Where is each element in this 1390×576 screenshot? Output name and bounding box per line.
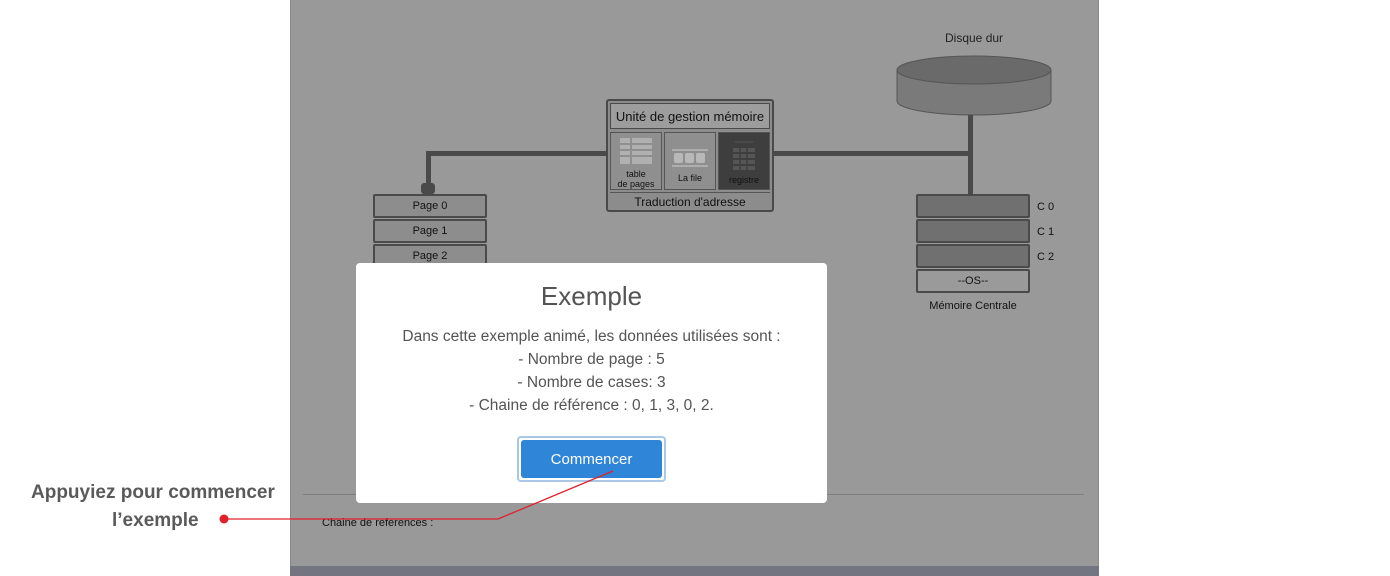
modal-title: Exemple [540,281,643,311]
main-memory-caption: Mémoire Centrale [929,300,1017,312]
wire-connector [421,183,435,194]
modal-line-chain: - Chaine de référence : 0, 1, 3, 0, 2. [469,397,714,414]
modal-line-intro: Dans cette exemple animé, les données ut… [402,328,781,345]
page-1: Page 1 [373,219,487,243]
queue-label: La file [677,173,703,183]
page-table-label-2: de pages [617,179,655,189]
memory-frame-1 [916,219,1030,243]
start-button[interactable]: Commencer [517,436,666,482]
frame-label-2: C 2 [1037,251,1055,263]
modal-body: Dans cette exemple animé, les données ut… [356,325,827,417]
memory-frame-2 [916,244,1030,268]
annotation-line-2: l’exemple [112,510,199,531]
frame-label-0: C 0 [1037,201,1055,213]
modal-line-frames: - Nombre de cases: 3 [517,374,666,391]
register-label: registre [728,175,759,185]
address-translation-label: Traduction d'adresse [610,192,770,211]
annotation-line-1: Appuyiez pour commencer [31,482,275,503]
page-table-cell: table de pages [610,132,662,190]
mmu-title: Unité de gestion mémoire [610,103,770,129]
page-0: Page 0 [373,194,487,218]
app-bottom-bar [290,566,1099,576]
annotation-dot [219,514,229,524]
queue-icon [672,149,708,167]
start-button-label[interactable]: Commencer [521,440,662,478]
queue-cell: La file [664,132,716,190]
hard-disk-icon [896,55,1052,116]
modal-line-pages: - Nombre de page : 5 [518,351,665,368]
pages-mmu-wire [426,151,607,156]
register-icon [733,141,755,171]
memory-frame-0 [916,194,1030,218]
register-cell: registre [718,132,770,190]
memory-os-frame: --OS-- [916,269,1030,293]
frame-label-1: C 1 [1037,226,1055,238]
memory-management-unit: Unité de gestion mémoire table de pages … [606,99,774,212]
mmu-memory-wire [774,151,972,156]
page-table-label-1: table [626,169,646,179]
disk-label: Disque dur [945,31,1004,45]
table-icon [619,137,653,165]
pages-wire-drop [426,151,431,187]
reference-chain-label: Chaine de references : [322,517,434,529]
